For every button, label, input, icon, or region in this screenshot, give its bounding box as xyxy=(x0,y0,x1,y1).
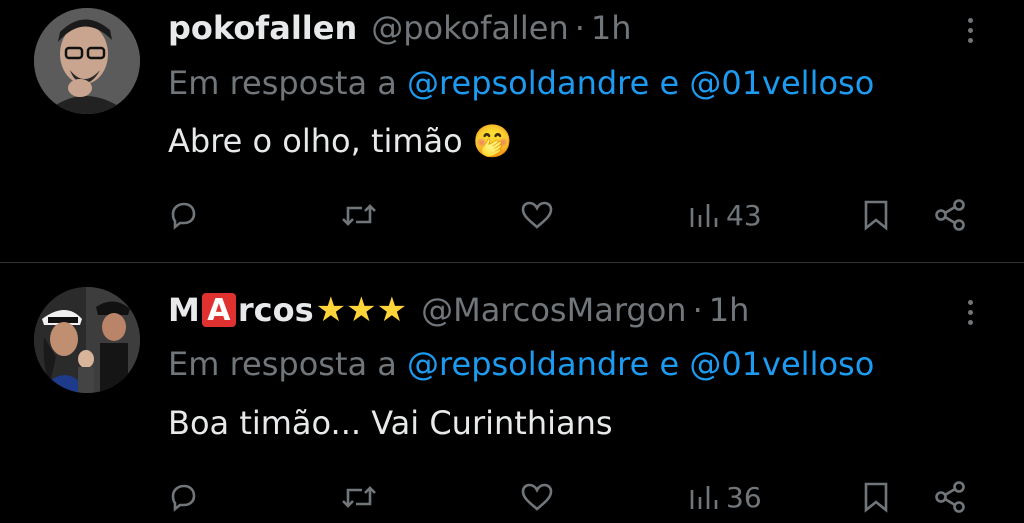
tweet-text: Boa timão... Vai Curinthians xyxy=(168,404,613,442)
reply-context: Em resposta a @repsoldandre e @01velloso xyxy=(168,345,874,383)
avatar[interactable] xyxy=(34,287,140,393)
views-icon xyxy=(690,486,718,509)
bookmark-icon xyxy=(864,482,888,513)
retweet-button[interactable] xyxy=(340,475,378,519)
action-bar: 36 xyxy=(0,475,1024,519)
like-button[interactable] xyxy=(520,475,554,519)
display-name-part: M xyxy=(168,291,200,329)
views-count: 36 xyxy=(726,480,762,514)
heart-icon xyxy=(521,483,553,511)
letter-a-badge: A xyxy=(201,293,236,328)
reply-join: e xyxy=(659,345,680,383)
views-button[interactable]: 36 xyxy=(688,475,762,519)
more-icon[interactable] xyxy=(958,292,982,332)
display-name-part: rcos xyxy=(237,291,314,329)
tweet-header: M A rcos ★★★ @MarcosMargon · 1h xyxy=(168,288,749,332)
reply-icon xyxy=(171,484,196,512)
mention-link[interactable]: @01velloso xyxy=(689,345,874,383)
reply-feed: pokofallen @pokofallen · 1h Em resposta … xyxy=(0,0,1024,523)
mention-link[interactable]: @repsoldandre xyxy=(407,345,649,383)
display-name[interactable]: M A rcos ★★★ xyxy=(168,290,407,330)
star-emojis: ★★★ xyxy=(315,290,408,330)
user-handle[interactable]: @MarcosMargon xyxy=(421,291,687,329)
separator-dot: · xyxy=(692,291,703,329)
retweet-icon xyxy=(342,486,376,508)
share-icon xyxy=(935,481,965,513)
timestamp[interactable]: 1h xyxy=(709,291,750,329)
tweet[interactable]: M A rcos ★★★ @MarcosMargon · 1h Em respo… xyxy=(0,0,1024,523)
reply-button[interactable] xyxy=(168,475,198,519)
share-button[interactable] xyxy=(932,475,968,519)
reply-prefix: Em resposta a xyxy=(168,345,397,383)
tweet-text-content: Boa timão... Vai Curinthians xyxy=(168,404,613,442)
bookmark-button[interactable] xyxy=(862,475,890,519)
